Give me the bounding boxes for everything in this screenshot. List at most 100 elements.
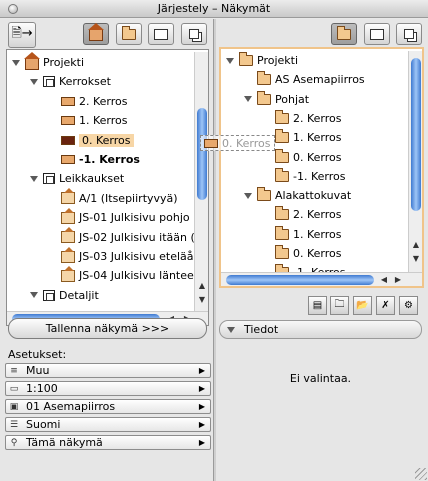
disclosure-triangle-icon[interactable] bbox=[29, 290, 39, 300]
close-window-icon[interactable] bbox=[8, 4, 18, 14]
setting-select[interactable]: ▣ 01 Asemapiirros ▶ bbox=[5, 399, 211, 414]
story-icon bbox=[61, 155, 75, 164]
disclosure-triangle-icon[interactable] bbox=[29, 77, 39, 87]
setting-select[interactable]: ▭ 1:100 ▶ bbox=[5, 381, 211, 396]
elevation-icon bbox=[61, 207, 75, 224]
publisher-sets-tab-right[interactable] bbox=[396, 23, 422, 45]
chevron-right-icon: ▶ bbox=[198, 420, 205, 429]
vertical-scrollbar-right[interactable]: ▲ ▼ bbox=[408, 51, 422, 272]
scroll-down-arrow[interactable]: ▼ bbox=[196, 294, 208, 306]
h-scroll-thumb-right[interactable] bbox=[226, 275, 374, 285]
tree-row[interactable]: A/1 (Itsepiirtyvyä) bbox=[47, 188, 178, 208]
project-map-tab[interactable] bbox=[83, 23, 109, 45]
disclosure-triangle-icon[interactable] bbox=[29, 174, 39, 184]
folder-icon bbox=[239, 52, 253, 66]
tree-row[interactable]: 2. Kerros bbox=[261, 109, 342, 128]
project-tree[interactable]: Projekti Kerrokset 2. Kerros 1. Kerros 0. Ke… bbox=[6, 49, 209, 326]
chevron-right-icon: ▶ bbox=[198, 366, 205, 375]
setting-select[interactable]: ⚲ Tämä näkymä ▶ bbox=[5, 435, 211, 450]
tree-row[interactable]: Alakattokuvat bbox=[243, 186, 351, 205]
tree-label: Projekti bbox=[257, 54, 299, 67]
folder-star-icon: 📂 bbox=[356, 300, 369, 311]
tree-row[interactable]: 0. Kerros bbox=[261, 244, 342, 263]
tree-row[interactable]: 1. Kerros bbox=[47, 111, 128, 130]
disclosure-triangle-icon[interactable] bbox=[225, 56, 235, 66]
tree-row[interactable]: 2. Kerros bbox=[261, 205, 342, 224]
setting-select[interactable]: ☰ Suomi ▶ bbox=[5, 417, 211, 432]
new-view-button[interactable]: ▤ bbox=[308, 296, 327, 315]
tree-row[interactable]: 2. Kerros bbox=[47, 92, 128, 111]
setting-select[interactable]: ≡ Muu ▶ bbox=[5, 363, 211, 378]
elevation-icon bbox=[61, 246, 75, 263]
tree-row[interactable]: 0. Kerros bbox=[47, 131, 134, 150]
tree-label: A/1 (Itsepiirtyvyä) bbox=[79, 191, 178, 205]
tree-row[interactable]: -1. Kerros bbox=[261, 167, 345, 186]
resize-grip[interactable] bbox=[415, 468, 427, 480]
tree-row[interactable]: Leikkaukset bbox=[29, 169, 124, 188]
vertical-scrollbar[interactable]: ▲ ▼ bbox=[194, 52, 208, 314]
title-bar: Järjestely – Näkymät bbox=[0, 0, 428, 18]
layout-book-tab[interactable] bbox=[148, 23, 174, 45]
setting-value: Suomi bbox=[26, 418, 61, 431]
tree-row[interactable]: Projekti bbox=[11, 51, 84, 72]
view-tree[interactable]: Projekti AS Asemapiirros Pohjat 2. Kerros 1.… bbox=[219, 47, 424, 288]
disclosure-triangle-icon[interactable] bbox=[11, 58, 21, 68]
language-icon: ☰ bbox=[9, 419, 19, 430]
disclosure-triangle-icon[interactable] bbox=[226, 325, 236, 335]
publisher-sets-tab[interactable] bbox=[181, 23, 207, 45]
disclosure-triangle-icon[interactable] bbox=[243, 191, 253, 201]
story-icon bbox=[61, 116, 75, 126]
info-panel-header[interactable]: Tiedot bbox=[219, 320, 422, 339]
story-icon bbox=[61, 96, 75, 106]
tree-row[interactable]: Projekti bbox=[225, 51, 298, 70]
scroll-thumb-right[interactable] bbox=[411, 58, 421, 211]
tree-label: Leikkaukset bbox=[59, 172, 125, 186]
horizontal-scrollbar-right[interactable]: ◀ ▶ bbox=[221, 272, 422, 286]
story-icon bbox=[61, 135, 75, 145]
tree-label: JS-03 Julkisivu eteläå bbox=[79, 250, 194, 263]
elevation-icon bbox=[61, 188, 75, 205]
tree-row[interactable]: -1. Kerros bbox=[47, 150, 140, 169]
new-subset-button[interactable]: 🗀 bbox=[330, 296, 349, 315]
new-folder-button[interactable]: 📂 bbox=[353, 296, 372, 315]
scroll-left-arrow-right[interactable]: ◀ bbox=[378, 274, 390, 286]
folder-icon bbox=[275, 148, 289, 163]
disclosure-triangle-icon[interactable] bbox=[243, 94, 253, 104]
delete-button[interactable]: ✗ bbox=[376, 296, 395, 315]
view-map-tab-right[interactable] bbox=[331, 23, 357, 45]
tree-label: Kerrokset bbox=[59, 75, 111, 89]
tree-label: JS-01 Julkisivu pohjo bbox=[79, 211, 190, 225]
scroll-thumb[interactable] bbox=[197, 108, 207, 200]
setting-value: Muu bbox=[26, 364, 50, 377]
new-folder-icon: 🗀 bbox=[334, 299, 345, 310]
model-icon: ▣ bbox=[9, 401, 19, 412]
layers-icon: ≡ bbox=[10, 365, 18, 376]
tree-row[interactable]: JS-02 Julkisivu itään ( bbox=[47, 227, 195, 247]
tree-label: JS-04 Julkisivu läntee bbox=[79, 269, 194, 283]
tree-row[interactable]: JS-03 Julkisivu eteläå bbox=[47, 246, 194, 266]
tree-row[interactable]: Pohjat bbox=[243, 90, 309, 109]
view-map-tab[interactable] bbox=[116, 23, 142, 45]
tree-row[interactable]: JS-01 Julkisivu pohjo bbox=[47, 207, 190, 227]
tree-row[interactable]: Detaljit bbox=[29, 286, 99, 305]
folder-icon bbox=[122, 25, 136, 40]
save-view-button[interactable]: Tallenna näkymä >>> bbox=[8, 318, 207, 339]
tree-row[interactable]: JS-04 Julkisivu läntee bbox=[47, 265, 194, 285]
clone-icon: ▤ bbox=[312, 300, 323, 311]
view-menu-button[interactable]: 🗎→ bbox=[8, 22, 36, 48]
folder-icon bbox=[257, 71, 271, 86]
settings-button[interactable]: ⚙ bbox=[399, 296, 418, 315]
drag-ghost: 0. Kerros bbox=[200, 135, 275, 151]
tree-label: 2. Kerros bbox=[293, 208, 342, 222]
chevron-right-icon: ▶ bbox=[198, 384, 205, 393]
scroll-down-arrow-right[interactable]: ▼ bbox=[410, 253, 422, 265]
layout-book-tab-right[interactable] bbox=[364, 23, 390, 45]
info-header-label: Tiedot bbox=[244, 323, 279, 336]
tree-label: Alakattokuvat bbox=[275, 189, 352, 203]
tree-row[interactable]: AS Asemapiirros bbox=[243, 70, 365, 89]
tree-row[interactable]: Kerrokset bbox=[29, 72, 111, 91]
scroll-up-arrow[interactable]: ▲ bbox=[196, 280, 208, 292]
scroll-right-arrow-right[interactable]: ▶ bbox=[392, 274, 404, 286]
scroll-up-arrow-right[interactable]: ▲ bbox=[410, 239, 422, 251]
tree-row[interactable]: 1. Kerros bbox=[261, 225, 342, 244]
